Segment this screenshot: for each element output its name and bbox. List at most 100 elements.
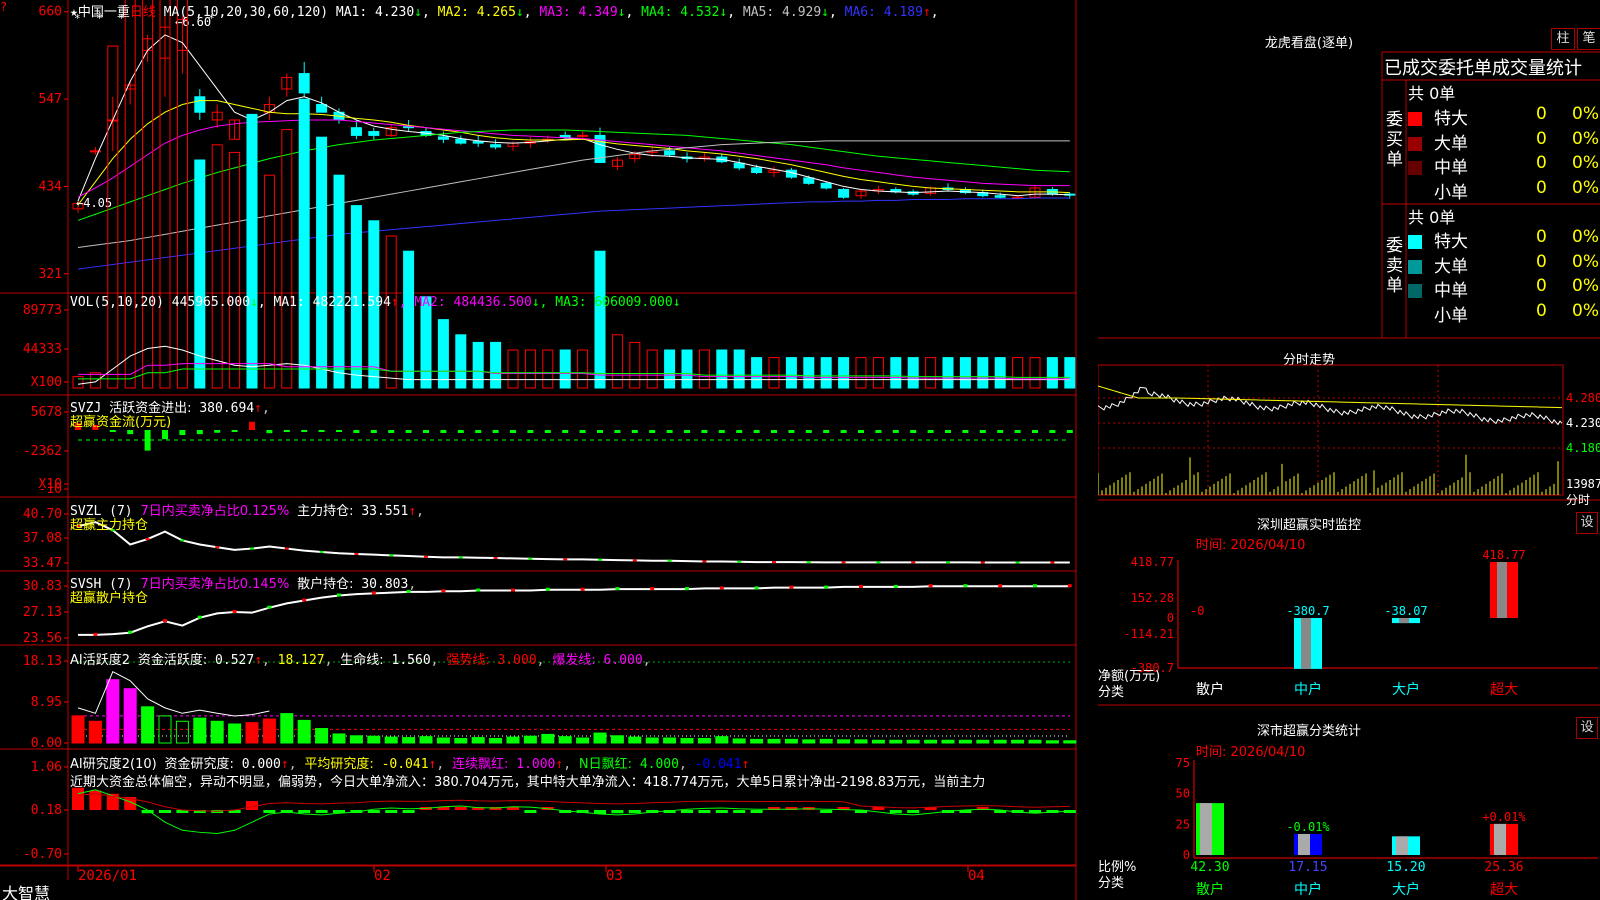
ai1-l3: 强势线: <box>446 653 490 668</box>
svzj-bar <box>440 430 447 433</box>
ai2-l3: 连续飘红: <box>452 757 509 772</box>
sz-category: 大户 <box>1392 681 1420 698</box>
svsh-tick <box>128 630 133 634</box>
candle-body <box>490 144 502 148</box>
ai1-bar <box>645 737 659 744</box>
vol-bar <box>437 319 449 389</box>
svzj-bar <box>475 430 482 433</box>
ai2-bar <box>750 810 763 813</box>
vol-bar <box>403 250 415 389</box>
candle-body <box>472 141 484 144</box>
svzl-tick <box>145 538 150 541</box>
ai2-v5: -0.041 <box>694 757 742 772</box>
svzl-tick <box>284 547 289 550</box>
svzl-arrow: ↑ <box>408 504 417 519</box>
sz-y-label: 净额(万元) <box>1098 669 1160 684</box>
svsh-tick <box>893 584 898 588</box>
ai1-bar <box>245 722 259 744</box>
svsh-tick <box>197 615 202 619</box>
svzj-bar <box>771 430 777 433</box>
svzj-bar <box>423 430 429 433</box>
ai1-bar <box>784 738 798 744</box>
sz-category: 超大 <box>1490 682 1518 698</box>
svzj-bar <box>597 430 603 433</box>
vol-bar <box>768 357 780 389</box>
ai2-green-line <box>77 789 1070 835</box>
y-tick-label: X100 <box>31 375 62 390</box>
ai2-a1: ↑ <box>280 757 289 772</box>
vol-bar <box>577 349 589 389</box>
svzl-tick <box>563 558 568 561</box>
svzl-t1: 7日内买卖净占比0.125% <box>140 504 290 519</box>
vol-bar <box>316 136 328 389</box>
ma1-arrow: ↓ <box>414 5 422 20</box>
ai1-bar <box>750 738 764 744</box>
candle-body <box>733 162 745 169</box>
svzj-bar <box>997 430 1004 433</box>
ai1-bar <box>367 735 381 744</box>
vol-bar <box>942 357 954 389</box>
svzj-bar <box>718 430 725 433</box>
ai1-bar <box>280 713 294 744</box>
cls-category: 大户 <box>1392 881 1420 898</box>
x-tick-label: 2026/01 <box>78 868 137 884</box>
svsh-tick <box>859 584 863 588</box>
y-tick-label: 5678 <box>31 405 62 420</box>
cls-y-tick: 0 <box>1183 848 1190 862</box>
stock-name[interactable]: 中国一重 <box>78 5 130 20</box>
svzj-bar <box>945 430 951 433</box>
ai1-bar <box>976 739 990 744</box>
svzl-tick <box>215 546 220 549</box>
vol-bar <box>698 349 710 389</box>
vol-bar <box>855 357 867 389</box>
period-label[interactable]: 日线 <box>130 5 156 20</box>
svzj-bar <box>666 430 673 433</box>
vol-bar <box>490 341 502 389</box>
y-tick-label: 44333 <box>23 342 62 357</box>
cls-y-tick: 75 <box>1176 756 1190 770</box>
ai1-bar <box>471 737 485 744</box>
y-tick-label: 1.06 <box>31 760 62 775</box>
candle-body <box>559 134 571 138</box>
y-tick-label: 18.13 <box>23 654 62 669</box>
vol-ma3-value: , MA3: 606009.000 <box>539 295 673 310</box>
svzl-tick <box>946 561 950 564</box>
y-tick-label: 33.47 <box>23 556 62 571</box>
sz-value-label: -0 <box>1190 604 1204 618</box>
svsh-tick <box>963 584 968 588</box>
ai1-bar <box>924 739 938 744</box>
ai2-l4: N日飘红: <box>578 757 632 772</box>
ai1-bar <box>332 733 346 744</box>
candle-body <box>350 127 362 136</box>
svsh-tick <box>511 588 515 592</box>
svzj-bar <box>631 430 638 433</box>
vol-bar <box>803 357 815 389</box>
vol-bar <box>385 235 397 389</box>
svsh-tick <box>615 587 620 591</box>
minute-vol-label: 13987 <box>1566 477 1600 491</box>
vol-bar <box>872 357 884 389</box>
svsh-tick <box>476 588 481 592</box>
y-tick-label: 0.00 <box>31 736 62 751</box>
ai1-bar <box>523 735 537 744</box>
svsh-tick <box>824 585 829 589</box>
vol-bar <box>542 349 554 389</box>
y-tick-label: 8.95 <box>31 695 62 710</box>
y-tick-label: 37.08 <box>23 531 62 546</box>
minute-avg-line <box>1098 385 1562 409</box>
ma-sep: , <box>523 5 532 20</box>
vol-ma2-value: , MA2: 484436.500 <box>398 295 532 310</box>
ai1-bar <box>628 736 642 744</box>
ai1-bar <box>419 736 433 744</box>
svzl-tick <box>493 557 498 560</box>
ma-prefix: MA(5,10,20,30,60,120) <box>163 5 329 20</box>
candle-body <box>994 195 1006 198</box>
ai2-v4: 4.000 <box>639 757 679 772</box>
low-marker: ←4.05 <box>76 196 112 210</box>
svzj-bar <box>614 430 621 433</box>
svzj-bar <box>753 430 760 433</box>
svsh-v2: 30.803 <box>361 577 409 592</box>
cls-top-label: -0.01% <box>1286 820 1330 834</box>
vol-bar <box>751 357 763 389</box>
svzl-tick <box>876 561 881 564</box>
